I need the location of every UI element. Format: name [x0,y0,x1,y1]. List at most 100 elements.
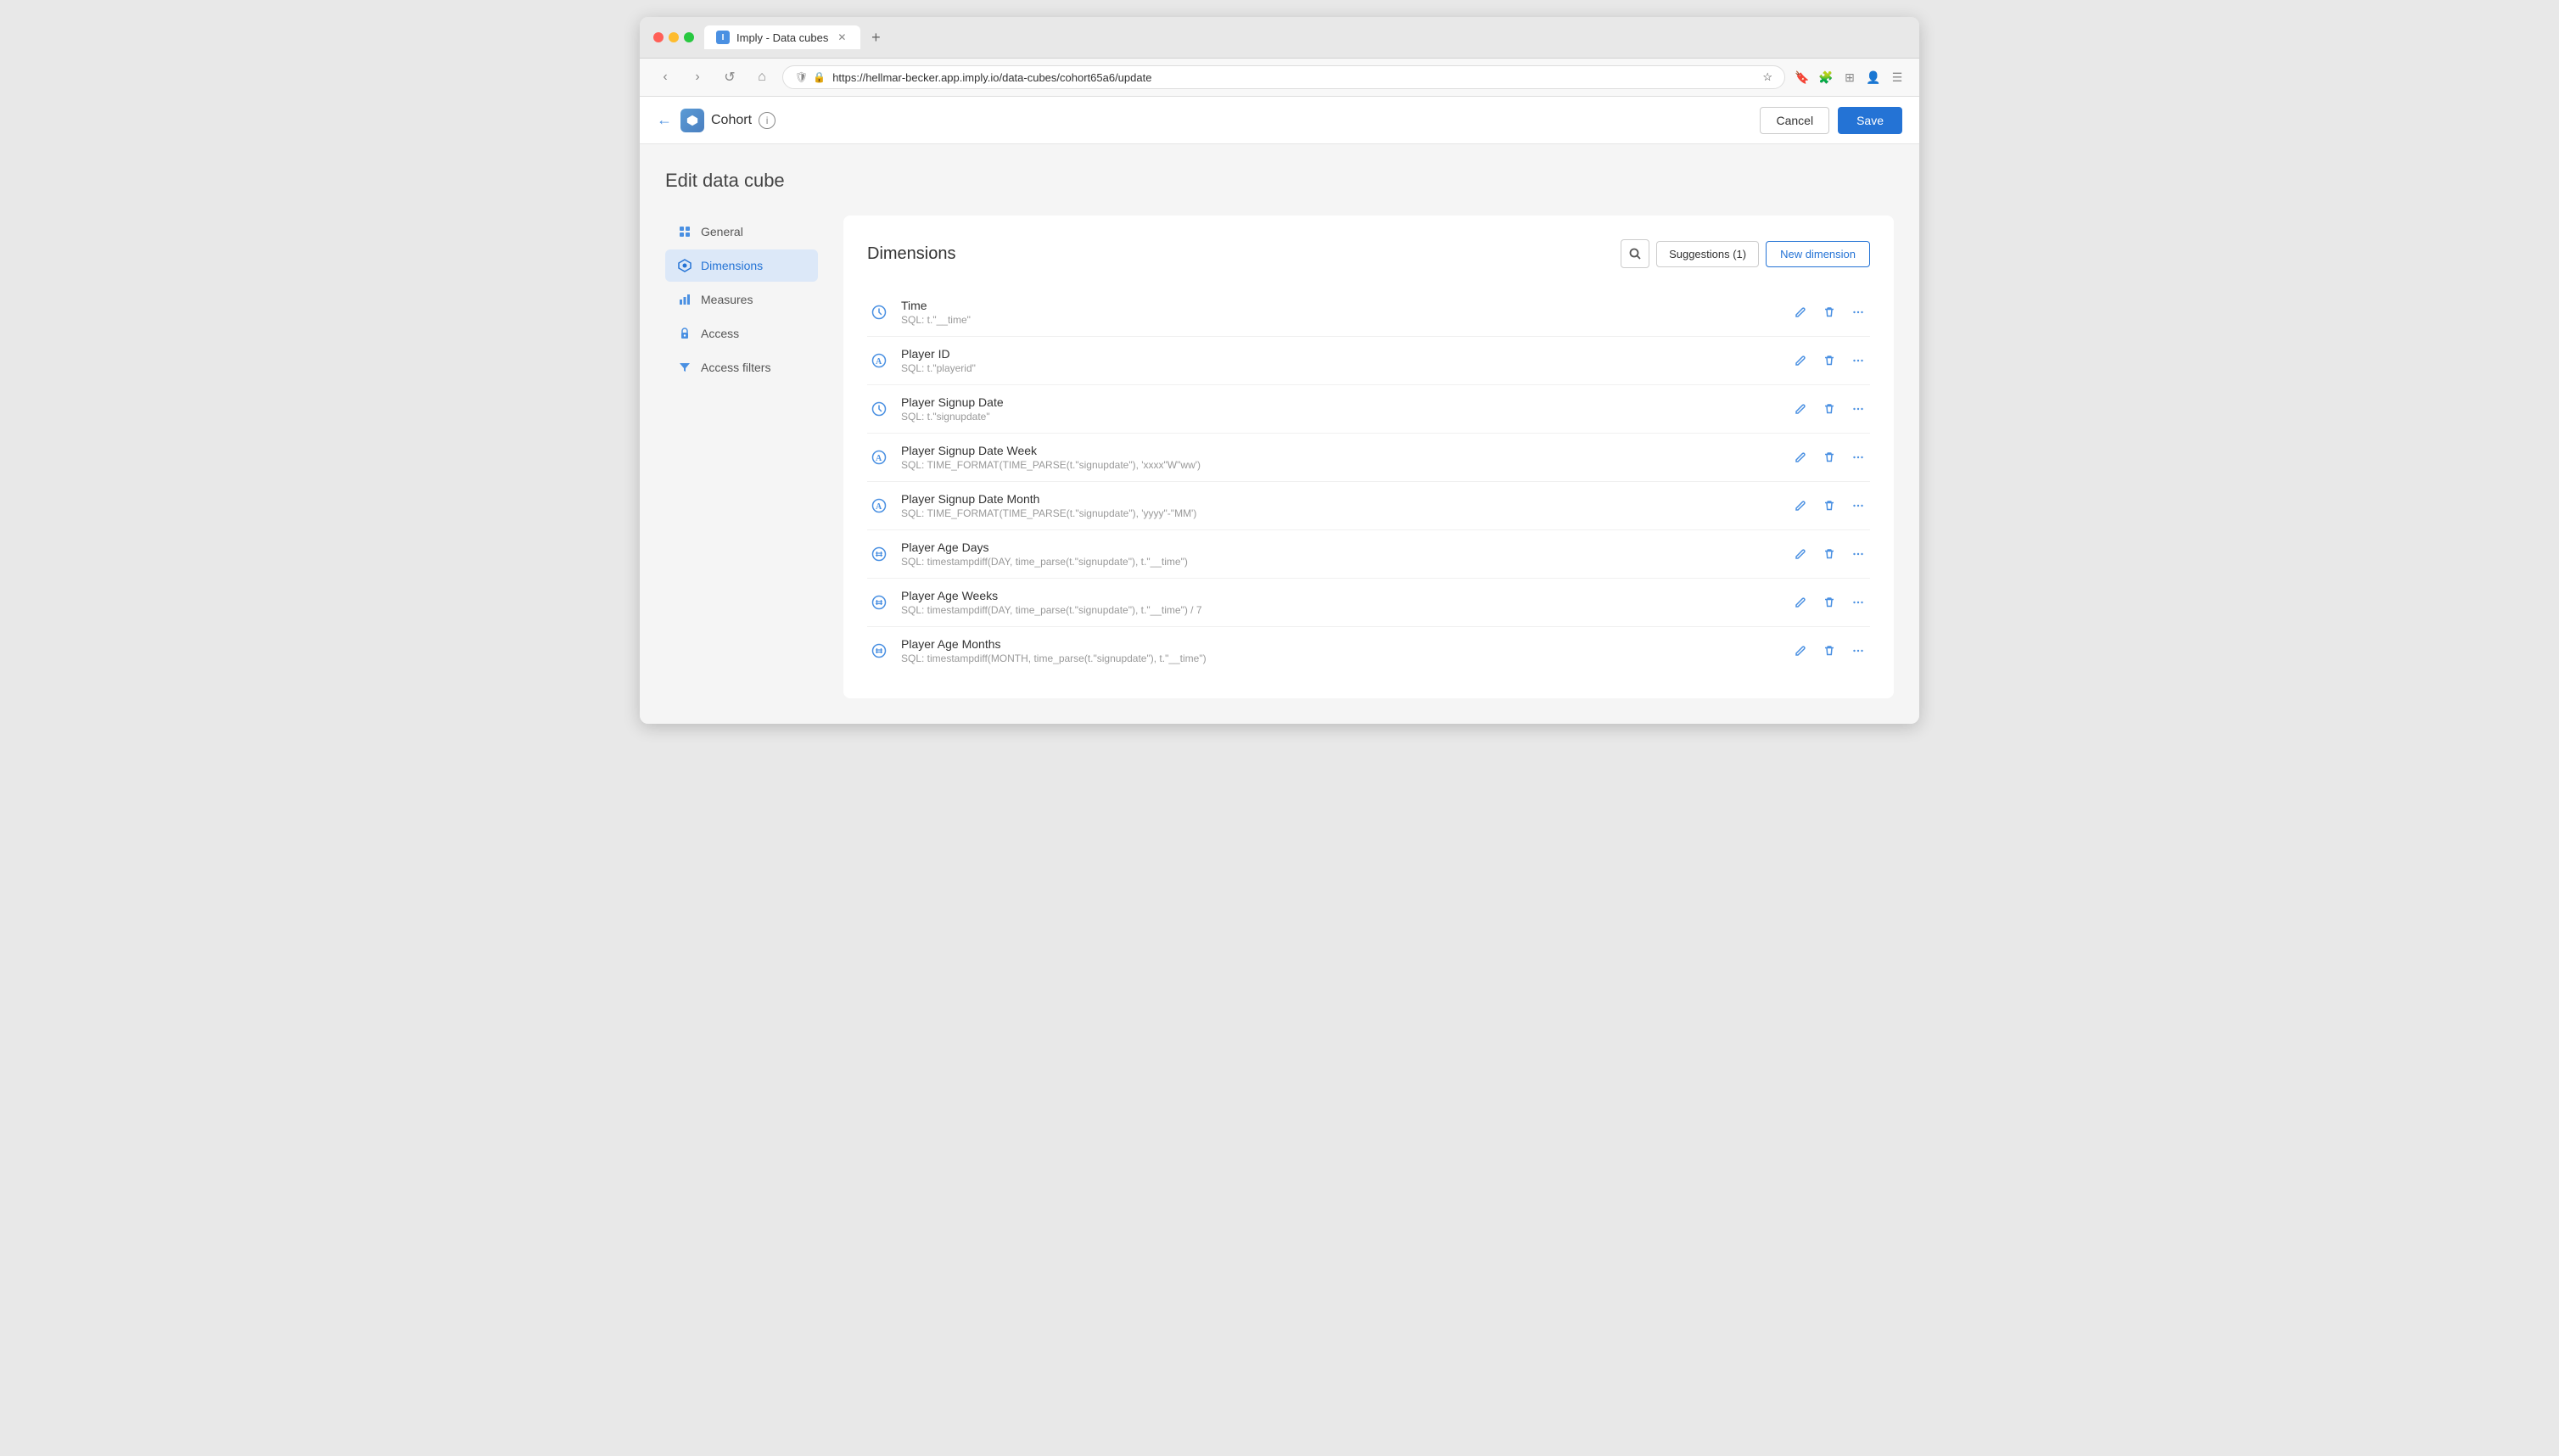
svg-text:A: A [876,454,882,463]
dim-more-button-player-age-months[interactable] [1846,639,1870,663]
dim-delete-button-player-age-weeks[interactable] [1817,591,1841,614]
dimensions-header: Dimensions Suggestions (1) New dimension [867,239,1870,268]
edit-data-cube-title: Edit data cube [665,170,1894,192]
dim-name-player-id: Player ID [901,347,1789,361]
close-window-button[interactable] [653,32,664,42]
dim-more-button-player-signup-date-month[interactable] [1846,494,1870,518]
browser-window: I Imply - Data cubes ✕ + ‹ › ↺ ⌂ 🛡 🔒 htt… [640,17,1919,724]
page-title: Cohort [711,113,752,128]
save-button[interactable]: Save [1838,107,1902,134]
maximize-window-button[interactable] [684,32,694,42]
dimension-row-player-age-days: Player Age Days SQL: timestampdiff(DAY, … [867,530,1870,579]
dim-name-player-signup-date-week: Player Signup Date Week [901,444,1789,457]
dimensions-icon [677,258,692,273]
browser-titlebar: I Imply - Data cubes ✕ + [640,17,1919,59]
cancel-button[interactable]: Cancel [1760,107,1829,134]
dim-actions-player-signup-date [1789,397,1870,421]
sidebar-item-label-dimensions: Dimensions [701,259,763,272]
dim-more-button-player-id[interactable] [1846,349,1870,372]
dim-edit-button-player-signup-date-week[interactable] [1789,445,1812,469]
dim-sql-player-id: SQL: t."playerid" [901,362,1789,374]
dim-sql-player-signup-date: SQL: t."signupdate" [901,411,1789,423]
tab-close-button[interactable]: ✕ [835,31,848,44]
dimension-row-player-signup-date-month: A Player Signup Date Month SQL: TIME_FOR… [867,482,1870,530]
dim-edit-button-player-age-months[interactable] [1789,639,1812,663]
dim-delete-button-player-signup-date[interactable] [1817,397,1841,421]
dimension-row-time: Time SQL: t."__time" [867,288,1870,337]
suggestions-button[interactable]: Suggestions (1) [1656,241,1759,267]
dim-more-button-time[interactable] [1846,300,1870,324]
star-icon[interactable]: ☆ [1762,70,1772,84]
sidebar-item-access[interactable]: Access [665,317,818,350]
back-button[interactable]: ‹ [653,65,677,89]
info-button[interactable]: i [759,112,776,129]
dim-delete-button-time[interactable] [1817,300,1841,324]
dim-sql-player-age-weeks: SQL: timestampdiff(DAY, time_parse(t."si… [901,604,1789,616]
bookmarks-icon[interactable]: 🔖 [1794,69,1811,86]
dim-info-player-signup-date-week: Player Signup Date Week SQL: TIME_FORMAT… [901,444,1789,471]
browser-toolbar: ‹ › ↺ ⌂ 🛡 🔒 https://hellmar-becker.app.i… [640,59,1919,97]
address-security-icons: 🛡 🔒 [795,71,826,83]
forward-button[interactable]: › [686,65,709,89]
access-icon [677,326,692,341]
dim-more-button-player-age-days[interactable] [1846,542,1870,566]
tab-favicon: I [716,31,730,44]
dim-name-player-age-days: Player Age Days [901,540,1789,554]
sidebar-item-access-filters[interactable]: Access filters [665,351,818,384]
dim-delete-button-player-signup-date-month[interactable] [1817,494,1841,518]
dim-delete-button-player-id[interactable] [1817,349,1841,372]
svg-text:A: A [876,357,882,367]
dim-info-player-age-months: Player Age Months SQL: timestampdiff(MON… [901,637,1789,664]
sidebar-item-label-access: Access [701,327,739,340]
extensions-icon[interactable]: 🧩 [1817,69,1834,86]
traffic-lights [653,32,694,42]
profile-icon[interactable]: 👤 [1865,69,1882,86]
access-filters-icon [677,360,692,375]
home-button[interactable]: ⌂ [750,65,774,89]
search-button[interactable] [1621,239,1649,268]
dim-info-time: Time SQL: t."__time" [901,299,1789,326]
new-dimension-button[interactable]: New dimension [1766,241,1870,267]
dim-more-button-player-signup-date-week[interactable] [1846,445,1870,469]
dim-delete-button-player-age-days[interactable] [1817,542,1841,566]
dim-edit-button-player-id[interactable] [1789,349,1812,372]
dim-sql-time: SQL: t."__time" [901,314,1789,326]
dim-icon-player-age-months [867,639,891,663]
browser-tab-active[interactable]: I Imply - Data cubes ✕ [704,25,860,49]
sidebar-item-general[interactable]: General [665,216,818,248]
new-tab-button[interactable]: + [864,25,888,49]
minimize-window-button[interactable] [669,32,679,42]
dim-edit-button-player-age-days[interactable] [1789,542,1812,566]
measures-icon [677,292,692,307]
main-content: Dimensions Suggestions (1) New dimension [843,216,1894,698]
address-bar[interactable]: 🛡 🔒 https://hellmar-becker.app.imply.io/… [782,65,1785,89]
dim-more-button-player-age-weeks[interactable] [1846,591,1870,614]
lock-icon: 🔒 [813,71,826,83]
dim-actions-player-age-days [1789,542,1870,566]
dim-icon-time [867,300,891,324]
dim-delete-button-player-signup-date-week[interactable] [1817,445,1841,469]
sidebar-item-dimensions[interactable]: Dimensions [665,249,818,282]
tab-title: Imply - Data cubes [736,31,828,44]
app-body: Edit data cube General [640,144,1919,724]
header-actions: Cancel Save [1760,107,1902,134]
dim-delete-button-player-age-months[interactable] [1817,639,1841,663]
tab-bar: I Imply - Data cubes ✕ + [704,25,1906,49]
dim-name-player-age-weeks: Player Age Weeks [901,589,1789,602]
menu-icon[interactable]: ☰ [1889,69,1906,86]
sidebar-item-measures[interactable]: Measures [665,283,818,316]
dim-icon-player-signup-date-month: A [867,494,891,518]
dim-edit-button-player-age-weeks[interactable] [1789,591,1812,614]
dim-edit-button-player-signup-date-month[interactable] [1789,494,1812,518]
app-back-button[interactable]: ← [657,111,672,129]
dim-edit-button-player-signup-date[interactable] [1789,397,1812,421]
dim-edit-button-time[interactable] [1789,300,1812,324]
dim-name-player-signup-date: Player Signup Date [901,395,1789,409]
svg-text:A: A [876,502,882,512]
dimensions-section-title: Dimensions [867,244,1621,264]
grid-icon[interactable]: ⊞ [1841,69,1858,86]
app-header: ← Cohort i Cancel Save [640,97,1919,144]
dim-more-button-player-signup-date[interactable] [1846,397,1870,421]
reload-button[interactable]: ↺ [718,65,742,89]
dim-icon-player-age-weeks [867,591,891,614]
